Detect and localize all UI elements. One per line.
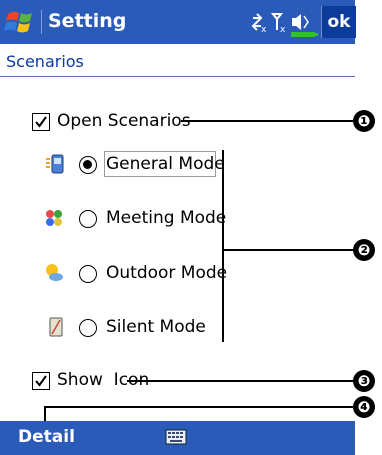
callout-2-leader	[222, 249, 353, 251]
title-separator	[41, 10, 42, 34]
outdoor-mode-icon	[46, 264, 63, 281]
callout-1-badge: ❶	[353, 110, 375, 132]
header-divider	[0, 76, 355, 77]
silent-mode-radio[interactable]	[79, 319, 97, 337]
battery-icon	[291, 32, 318, 37]
connectivity-icon[interactable]: x	[251, 13, 267, 35]
svg-text:x: x	[280, 25, 286, 35]
meeting-mode-radio[interactable]	[79, 210, 97, 228]
outdoor-mode-label[interactable]: Outdoor Mode	[106, 263, 227, 283]
callout-3-leader	[127, 380, 353, 382]
radio-selected-dot	[83, 160, 92, 169]
callout-4-badge: ❹	[353, 396, 375, 418]
meeting-mode-icon	[46, 210, 62, 226]
speaker-icon[interactable]	[292, 14, 309, 30]
general-mode-icon	[46, 154, 64, 174]
detail-button[interactable]: Detail	[18, 427, 75, 447]
antenna-off-icon[interactable]: x	[270, 13, 286, 35]
windows-start-icon[interactable]	[4, 8, 36, 36]
callout-3-badge: ❸	[353, 370, 375, 392]
open-scenarios-checkbox[interactable]	[32, 113, 50, 131]
callout-2-bracket	[222, 150, 224, 342]
callout-1-leader	[181, 120, 353, 122]
show-icon-checkbox[interactable]	[32, 372, 50, 390]
general-mode-label[interactable]: General Mode	[106, 154, 225, 174]
silent-mode-label[interactable]: Silent Mode	[106, 317, 206, 337]
silent-mode-icon	[49, 317, 63, 337]
app-title: Setting	[48, 10, 127, 32]
checkmark-icon	[35, 375, 47, 387]
meeting-mode-label[interactable]: Meeting Mode	[106, 208, 226, 228]
ok-button[interactable]: ok	[321, 6, 356, 38]
open-scenarios-label[interactable]: Open Scenarios	[57, 111, 191, 131]
outdoor-mode-radio[interactable]	[79, 265, 97, 283]
checkmark-icon	[35, 116, 47, 128]
callout-2-badge: ❷	[353, 239, 375, 261]
keyboard-icon[interactable]	[165, 428, 187, 446]
page-title: Scenarios	[6, 52, 84, 71]
callout-4-leader	[44, 406, 353, 408]
svg-text:x: x	[261, 25, 267, 35]
general-mode-radio[interactable]	[79, 156, 97, 174]
status-icons: x x	[251, 13, 318, 37]
